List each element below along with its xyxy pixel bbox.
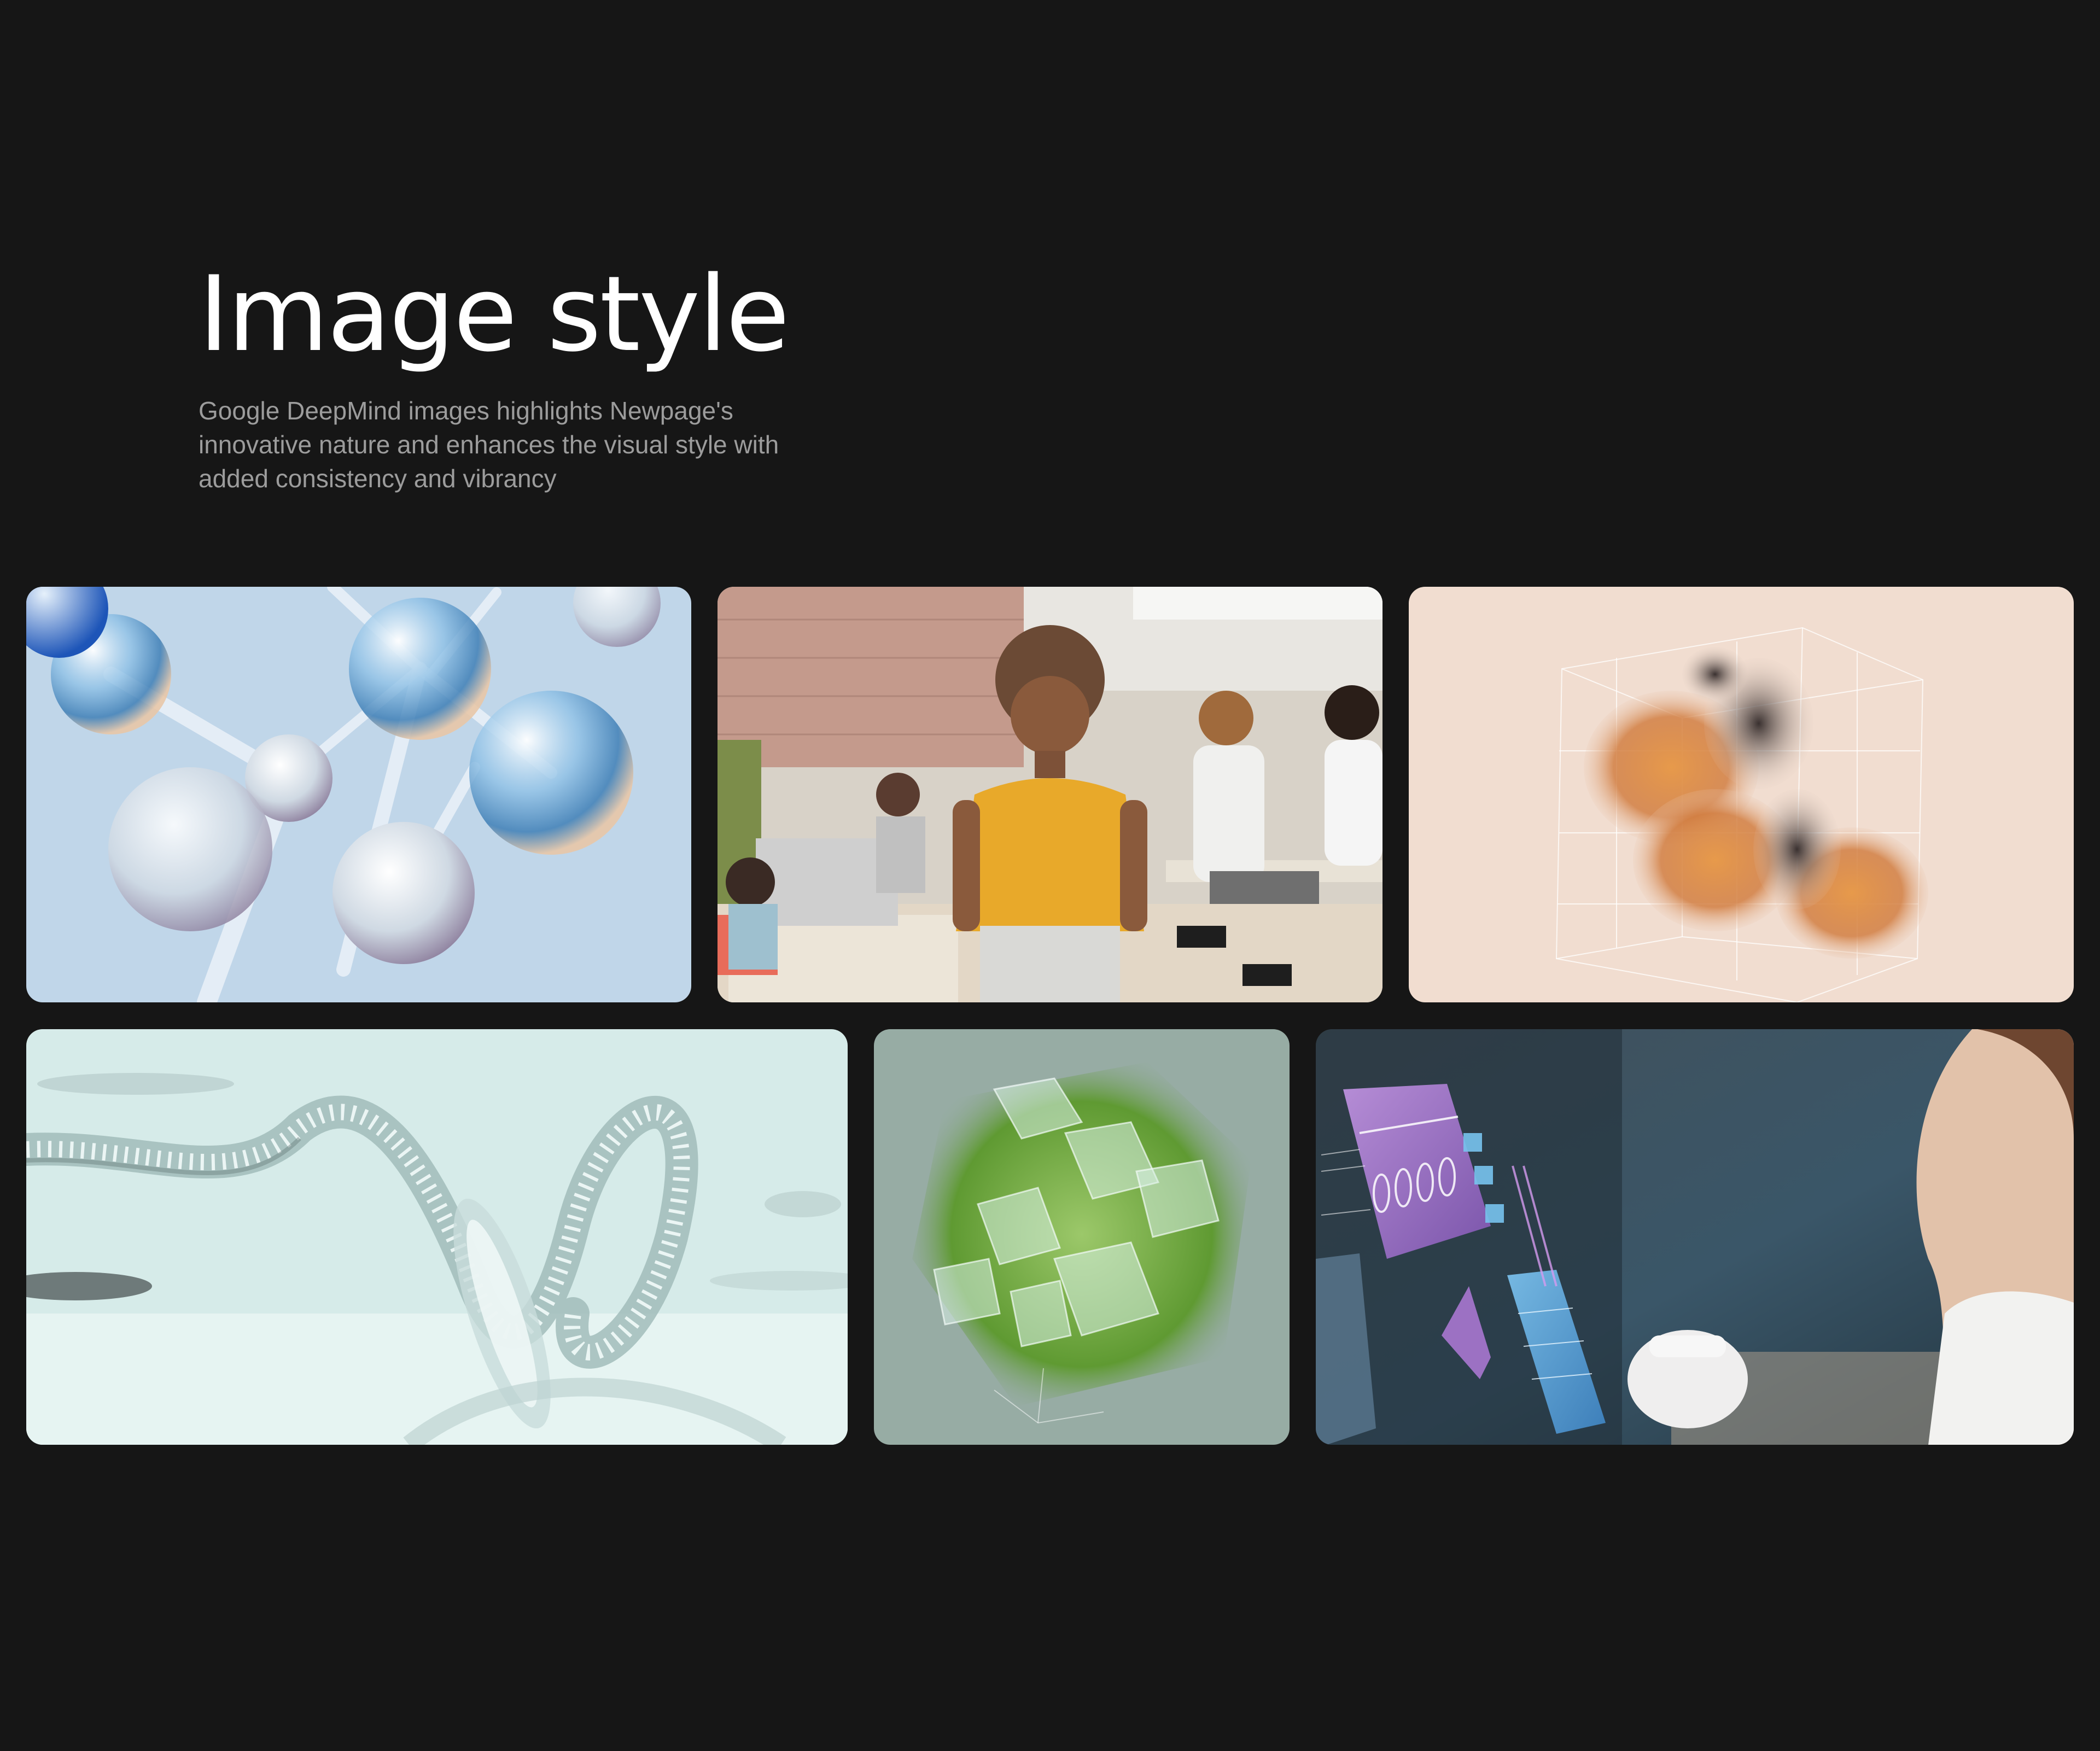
office-portrait-image (718, 587, 1382, 1002)
glass-molecules-image (26, 587, 691, 1002)
glass-spiral-image (26, 1029, 848, 1445)
holographic-interface-image (1316, 1029, 2074, 1445)
header: Image style Google DeepMind images highl… (199, 257, 855, 495)
page-subtitle: Google DeepMind images highlights Newpag… (199, 396, 779, 493)
green-crystal-cube-image (874, 1029, 1290, 1445)
particle-cube-image (1409, 587, 2074, 1002)
page-title: Image style (199, 254, 790, 375)
